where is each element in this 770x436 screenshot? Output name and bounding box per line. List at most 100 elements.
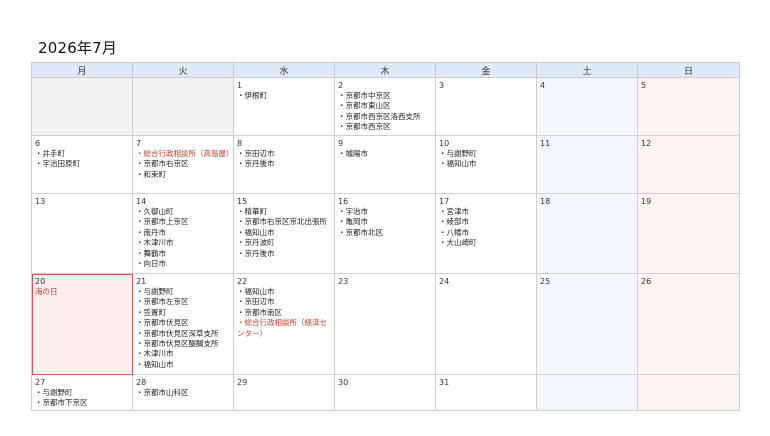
- event-item[interactable]: ・京都市北区: [338, 228, 433, 238]
- event-item[interactable]: ・精華町: [237, 207, 332, 217]
- event-item[interactable]: ・京都市上京区: [136, 217, 231, 227]
- week-row: 1 ・伊根町 2 ・京都市中京区 ・京都市東山区 ・京都市西京区洛西支所 ・京都市西京区 3 4…: [31, 77, 740, 136]
- event-item[interactable]: ・福知山市: [237, 228, 332, 238]
- day-cell-5[interactable]: 5: [637, 77, 740, 136]
- event-item[interactable]: ・総合行政相談所（経済センター）: [237, 318, 332, 339]
- event-item[interactable]: ・京丹後市: [237, 249, 332, 259]
- event-item[interactable]: ・久御山町: [136, 207, 231, 217]
- event-item[interactable]: ・京都市中京区: [338, 91, 433, 101]
- day-number: 3: [439, 81, 445, 90]
- week-row: 6 ・井手町 ・宇治田原町 7 ・総合行政相談所（高島屋） ・京都市右京区 ・和束町 8 ・京田…: [31, 135, 740, 194]
- event-item[interactable]: ・京都市伏見区: [136, 318, 231, 328]
- day-cell-16[interactable]: 16 ・宇治市 ・亀岡市 ・京都市北区: [334, 193, 436, 274]
- empty-day-cell: [536, 374, 638, 411]
- event-item[interactable]: ・総合行政相談所（高島屋）: [136, 149, 233, 159]
- event-item[interactable]: ・京都市東山区: [338, 101, 433, 111]
- empty-day-cell: [31, 77, 133, 136]
- event-item[interactable]: ・京丹波町: [237, 238, 332, 248]
- event-item[interactable]: ・南丹市: [136, 228, 231, 238]
- event-item[interactable]: ・与謝野町: [439, 149, 534, 159]
- day-cell-6[interactable]: 6 ・井手町 ・宇治田原町: [31, 135, 133, 194]
- event-item[interactable]: ・舞鶴市: [136, 249, 231, 259]
- event-item[interactable]: ・綾部市: [439, 217, 534, 227]
- day-number: 30: [338, 378, 349, 387]
- day-cell-10[interactable]: 10 ・与謝野町 ・福知山市: [435, 135, 537, 194]
- weekday-header-row: 月 火 水 木 金 土 日: [31, 62, 740, 78]
- day-cell-18[interactable]: 18: [536, 193, 638, 274]
- event-item[interactable]: ・福知山市: [439, 159, 534, 169]
- day-cell-9[interactable]: 9 ・城陽市: [334, 135, 436, 194]
- day-cell-31[interactable]: 31: [435, 374, 537, 411]
- event-item[interactable]: ・京都市右京区京北出張所: [237, 217, 332, 227]
- day-number: 26: [641, 277, 652, 286]
- day-number: 13: [35, 197, 46, 206]
- event-item[interactable]: ・京都市南区: [237, 308, 332, 318]
- day-cell-30[interactable]: 30: [334, 374, 436, 411]
- event-item[interactable]: ・宇治田原町: [35, 159, 130, 169]
- event-item[interactable]: ・伊根町: [237, 91, 332, 101]
- day-cell-27[interactable]: 27 ・与謝野町 ・京都市下京区: [31, 374, 133, 411]
- day-number: 31: [439, 378, 450, 387]
- day-cell-22[interactable]: 22 ・福知山市 ・京田辺市 ・京都市南区 ・総合行政相談所（経済センター）: [233, 273, 335, 375]
- day-cell-14[interactable]: 14 ・久御山町 ・京都市上京区 ・南丹市 ・木津川市 ・舞鶴市 ・向日市: [132, 193, 234, 274]
- day-cell-23[interactable]: 23: [334, 273, 436, 375]
- day-cell-28[interactable]: 28 ・京都市山科区: [132, 374, 234, 411]
- day-number: 18: [540, 197, 551, 206]
- event-item[interactable]: ・宮津市: [439, 207, 534, 217]
- event-item[interactable]: ・城陽市: [338, 149, 433, 159]
- day-number: 9: [338, 139, 344, 148]
- day-cell-11[interactable]: 11: [536, 135, 638, 194]
- event-item[interactable]: ・京都市山科区: [136, 388, 231, 398]
- event-item[interactable]: ・亀岡市: [338, 217, 433, 227]
- event-item[interactable]: ・京都市左京区: [136, 297, 231, 307]
- day-cell-8[interactable]: 8 ・京田辺市 ・京丹後市: [233, 135, 335, 194]
- day-cell-13[interactable]: 13: [31, 193, 133, 274]
- event-item[interactable]: ・京田辺市: [237, 149, 332, 159]
- day-cell-2[interactable]: 2 ・京都市中京区 ・京都市東山区 ・京都市西京区洛西支所 ・京都市西京区: [334, 77, 436, 136]
- day-cell-19[interactable]: 19: [637, 193, 740, 274]
- day-cell-4[interactable]: 4: [536, 77, 638, 136]
- event-item[interactable]: ・笠置町: [136, 308, 231, 318]
- event-item[interactable]: ・宇治市: [338, 207, 433, 217]
- day-number: 20: [35, 277, 46, 286]
- day-cell-29[interactable]: 29: [233, 374, 335, 411]
- event-item[interactable]: ・八幡市: [439, 228, 534, 238]
- day-cell-26[interactable]: 26: [637, 273, 740, 375]
- day-cell-25[interactable]: 25: [536, 273, 638, 375]
- event-item[interactable]: ・向日市: [136, 259, 231, 269]
- empty-day-cell: [132, 77, 234, 136]
- event-item[interactable]: ・京田辺市: [237, 297, 332, 307]
- event-item[interactable]: ・与謝野町: [136, 287, 231, 297]
- event-item[interactable]: ・大山崎町: [439, 238, 534, 248]
- event-item[interactable]: ・福知山市: [237, 287, 332, 297]
- event-item[interactable]: ・木津川市: [136, 349, 231, 359]
- day-cell-3[interactable]: 3: [435, 77, 537, 136]
- event-item[interactable]: ・福知山市: [136, 360, 231, 370]
- event-item[interactable]: ・和束町: [136, 170, 231, 180]
- day-cell-7[interactable]: 7 ・総合行政相談所（高島屋） ・京都市右京区 ・和束町: [132, 135, 234, 194]
- day-number: 27: [35, 378, 46, 387]
- day-cell-12[interactable]: 12: [637, 135, 740, 194]
- event-item[interactable]: ・京都市西京区洛西支所: [338, 112, 433, 122]
- holiday-label: 海の日: [35, 287, 58, 296]
- day-cell-24[interactable]: 24: [435, 273, 537, 375]
- day-number: 19: [641, 197, 652, 206]
- day-cell-15[interactable]: 15 ・精華町 ・京都市右京区京北出張所 ・福知山市 ・京丹波町 ・京丹後市: [233, 193, 335, 274]
- day-cell-1[interactable]: 1 ・伊根町: [233, 77, 335, 136]
- calendar-title: 2026年7月: [38, 39, 118, 57]
- calendar-grid: 月 火 水 木 金 土 日 1 ・伊根町 2 ・京都市中京区 ・京都市東山区 ・京都市西京…: [31, 62, 740, 411]
- event-item[interactable]: ・京都市下京区: [35, 398, 130, 408]
- event-item[interactable]: ・京都市伏見区深草支所: [136, 329, 231, 339]
- event-item[interactable]: ・井手町: [35, 149, 130, 159]
- event-item[interactable]: ・京丹後市: [237, 159, 332, 169]
- event-item[interactable]: ・京都市右京区: [136, 159, 231, 169]
- day-cell-20[interactable]: 20 海の日: [31, 273, 133, 375]
- event-item[interactable]: ・京都市西京区: [338, 122, 433, 132]
- day-cell-17[interactable]: 17 ・宮津市 ・綾部市 ・八幡市 ・大山崎町: [435, 193, 537, 274]
- day-cell-21[interactable]: 21 ・与謝野町 ・京都市左京区 ・笠置町 ・京都市伏見区 ・京都市伏見区深草支所 ・京都市…: [132, 273, 234, 375]
- event-item[interactable]: ・与謝野町: [35, 388, 130, 398]
- event-item[interactable]: ・京都市伏見区醍醐支所: [136, 339, 231, 349]
- event-item[interactable]: ・木津川市: [136, 238, 231, 248]
- day-number: 23: [338, 277, 349, 286]
- day-number: 15: [237, 197, 248, 206]
